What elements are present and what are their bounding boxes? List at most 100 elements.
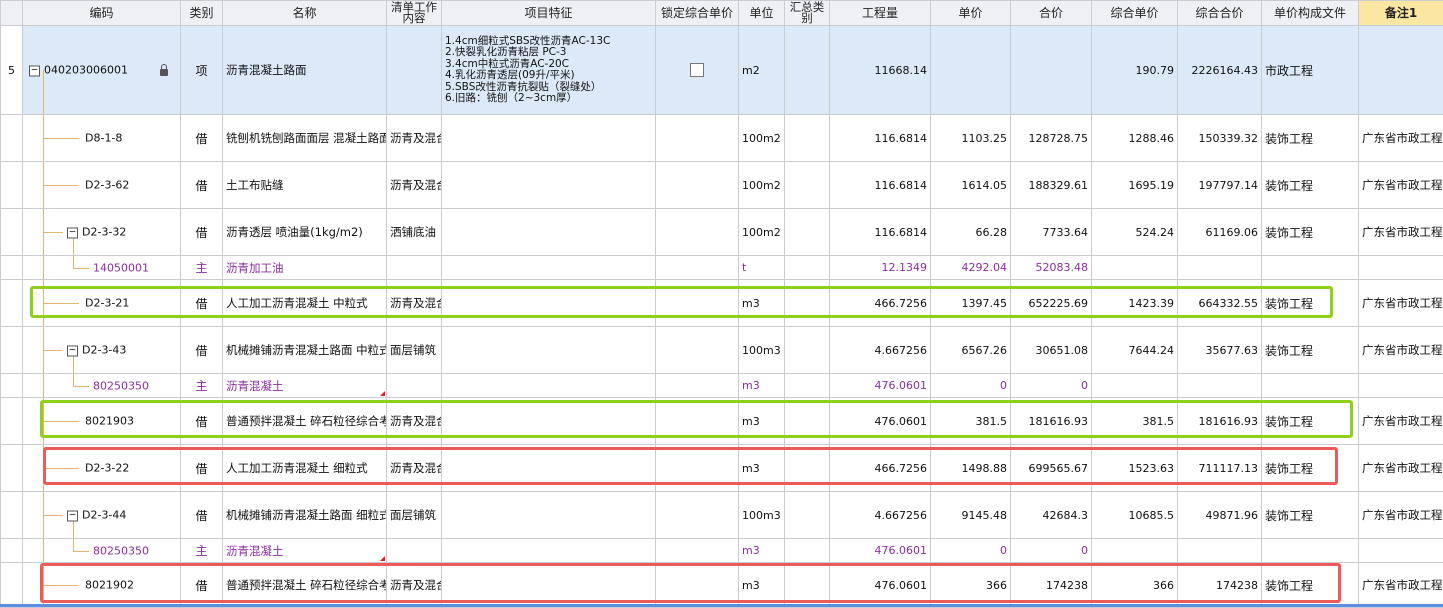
table-row[interactable]: D8-1-8 借 铣刨机铣刨路面面层 混凝土路面(厚5cm以内) 沥青及混合料加… (0, 114, 1443, 162)
lock-price-cell[interactable] (655, 326, 739, 374)
summary-type-cell[interactable] (784, 562, 830, 608)
col-header-feature[interactable]: 项目特征 (441, 0, 656, 26)
name-cell[interactable]: 机械摊铺沥青混凝土路面 中粒式 (222, 326, 387, 374)
summary-type-cell[interactable] (784, 161, 830, 209)
price-file-cell[interactable] (1261, 373, 1359, 398)
table-row[interactable]: 80250350 主 沥青混凝土 m3 476.0601 0 0 (0, 538, 1443, 563)
total-price-cell[interactable]: 7733.64 (1010, 208, 1092, 256)
total-price-cell[interactable]: 0 (1010, 538, 1092, 563)
col-header-unit-price[interactable]: 单价 (930, 0, 1011, 26)
note1-cell[interactable]: 广东省市政工程综合定额(2018) (1358, 444, 1443, 492)
code-cell[interactable]: − D2-3-32 (22, 208, 181, 256)
unit-price-cell[interactable]: 1498.88 (930, 444, 1011, 492)
feature-cell[interactable] (441, 326, 656, 374)
summary-type-cell[interactable] (784, 397, 830, 445)
type-cell[interactable]: 借 (180, 397, 223, 445)
collapse-toggle-icon[interactable]: − (67, 345, 78, 356)
composite-total-cell[interactable] (1177, 373, 1262, 398)
work-content-cell[interactable] (386, 255, 442, 280)
col-header-unit[interactable]: 单位 (738, 0, 785, 26)
code-cell[interactable]: − D2-3-43 (22, 326, 181, 374)
note1-cell[interactable] (1358, 538, 1443, 563)
unit-price-cell[interactable]: 1397.45 (930, 279, 1011, 327)
table-row[interactable]: 80250350 主 沥青混凝土 m3 476.0601 0 0 (0, 373, 1443, 398)
lock-price-cell[interactable] (655, 279, 739, 327)
composite-total-cell[interactable]: 664332.55 (1177, 279, 1262, 327)
work-content-cell[interactable]: 沥青及混合料加工 (386, 444, 442, 492)
note1-cell[interactable] (1358, 373, 1443, 398)
total-price-cell[interactable]: 188329.61 (1010, 161, 1092, 209)
unit-price-cell[interactable]: 0 (930, 373, 1011, 398)
type-cell[interactable]: 借 (180, 161, 223, 209)
work-content-cell[interactable]: 沥青及混合料加工 (386, 562, 442, 608)
unit-price-cell[interactable] (930, 25, 1011, 115)
composite-total-cell[interactable]: 197797.14 (1177, 161, 1262, 209)
code-cell[interactable]: 80250350 (22, 538, 181, 563)
type-cell[interactable]: 借 (180, 114, 223, 162)
feature-cell[interactable] (441, 397, 656, 445)
feature-cell[interactable] (441, 279, 656, 327)
composite-unit-price-cell[interactable]: 366 (1091, 562, 1178, 608)
name-cell[interactable]: 沥青混凝土路面 (222, 25, 387, 115)
unit-cell[interactable]: 100m2 (738, 208, 785, 256)
table-row[interactable]: D2-3-21 借 人工加工沥青混凝土 中粒式 沥青及混合料加工 m3 466.… (0, 279, 1443, 327)
type-cell[interactable]: 借 (180, 326, 223, 374)
unit-cell[interactable]: 100m3 (738, 326, 785, 374)
type-cell[interactable]: 借 (180, 279, 223, 327)
name-cell[interactable]: 人工加工沥青混凝土 中粒式 (222, 279, 387, 327)
unit-cell[interactable]: m3 (738, 444, 785, 492)
col-header-composite-total[interactable]: 综合合价 (1177, 0, 1262, 26)
code-cell[interactable]: D2-3-62 (22, 161, 181, 209)
lock-price-cell[interactable] (655, 491, 739, 539)
price-file-cell[interactable]: 装饰工程 (1261, 161, 1359, 209)
lock-price-cell[interactable] (655, 562, 739, 608)
collapse-toggle-icon[interactable]: − (29, 65, 40, 76)
quantity-cell[interactable]: 476.0601 (829, 538, 931, 563)
unit-cell[interactable]: 100m2 (738, 114, 785, 162)
summary-type-cell[interactable] (784, 114, 830, 162)
work-content-cell[interactable]: 沥青及混合料加工 (386, 279, 442, 327)
work-content-cell[interactable]: 沥青及混合料加工 (386, 114, 442, 162)
unit-cell[interactable]: m3 (738, 538, 785, 563)
table-row[interactable]: − D2-3-32 借 沥青透层 喷油量(1kg/m2) 洒铺底油 100m2 1… (0, 208, 1443, 256)
unit-price-cell[interactable]: 0 (930, 538, 1011, 563)
summary-type-cell[interactable] (784, 208, 830, 256)
composite-total-cell[interactable]: 174238 (1177, 562, 1262, 608)
name-cell[interactable]: 沥青混凝土 (222, 538, 387, 563)
note1-cell[interactable] (1358, 25, 1443, 115)
work-content-cell[interactable]: 洒铺底油 (386, 208, 442, 256)
price-file-cell[interactable]: 装饰工程 (1261, 491, 1359, 539)
unit-price-cell[interactable]: 381.5 (930, 397, 1011, 445)
type-cell[interactable]: 借 (180, 562, 223, 608)
work-content-cell[interactable]: 沥青及混合料加工 (386, 161, 442, 209)
lock-price-cell[interactable] (655, 114, 739, 162)
collapse-toggle-icon[interactable]: − (67, 510, 78, 521)
name-cell[interactable]: 普通预拌混凝土 碎石粒径综合考虑 C20 (222, 397, 387, 445)
type-cell[interactable]: 主 (180, 255, 223, 280)
code-cell[interactable]: D2-3-22 (22, 444, 181, 492)
composite-unit-price-cell[interactable]: 524.24 (1091, 208, 1178, 256)
price-file-cell[interactable]: 市政工程 (1261, 25, 1359, 115)
composite-total-cell[interactable] (1177, 538, 1262, 563)
code-cell[interactable]: − D2-3-44 (22, 491, 181, 539)
total-price-cell[interactable]: 52083.48 (1010, 255, 1092, 280)
quantity-cell[interactable]: 12.1349 (829, 255, 931, 280)
composite-total-cell[interactable]: 711117.13 (1177, 444, 1262, 492)
composite-total-cell[interactable] (1177, 255, 1262, 280)
lock-price-cell[interactable] (655, 397, 739, 445)
total-price-cell[interactable]: 30651.08 (1010, 326, 1092, 374)
unit-cell[interactable]: m3 (738, 562, 785, 608)
total-price-cell[interactable]: 128728.75 (1010, 114, 1092, 162)
name-cell[interactable]: 沥青混凝土 (222, 373, 387, 398)
composite-total-cell[interactable]: 49871.96 (1177, 491, 1262, 539)
total-price-cell[interactable]: 42684.3 (1010, 491, 1092, 539)
name-cell[interactable]: 土工布贴缝 (222, 161, 387, 209)
lock-price-cell[interactable] (655, 161, 739, 209)
total-price-cell[interactable]: 699565.67 (1010, 444, 1092, 492)
table-row[interactable]: − D2-3-43 借 机械摊铺沥青混凝土路面 中粒式 面层铺筑 100m3 4.… (0, 326, 1443, 374)
lock-price-cell[interactable] (655, 373, 739, 398)
table-row[interactable]: D2-3-22 借 人工加工沥青混凝土 细粒式 沥青及混合料加工 m3 466.… (0, 444, 1443, 492)
composite-unit-price-cell[interactable]: 1523.63 (1091, 444, 1178, 492)
table-row[interactable]: − D2-3-44 借 机械摊铺沥青混凝土路面 细粒式 面层铺筑 100m3 4.… (0, 491, 1443, 539)
col-header-summary-type[interactable]: 汇总类别 (784, 0, 830, 26)
